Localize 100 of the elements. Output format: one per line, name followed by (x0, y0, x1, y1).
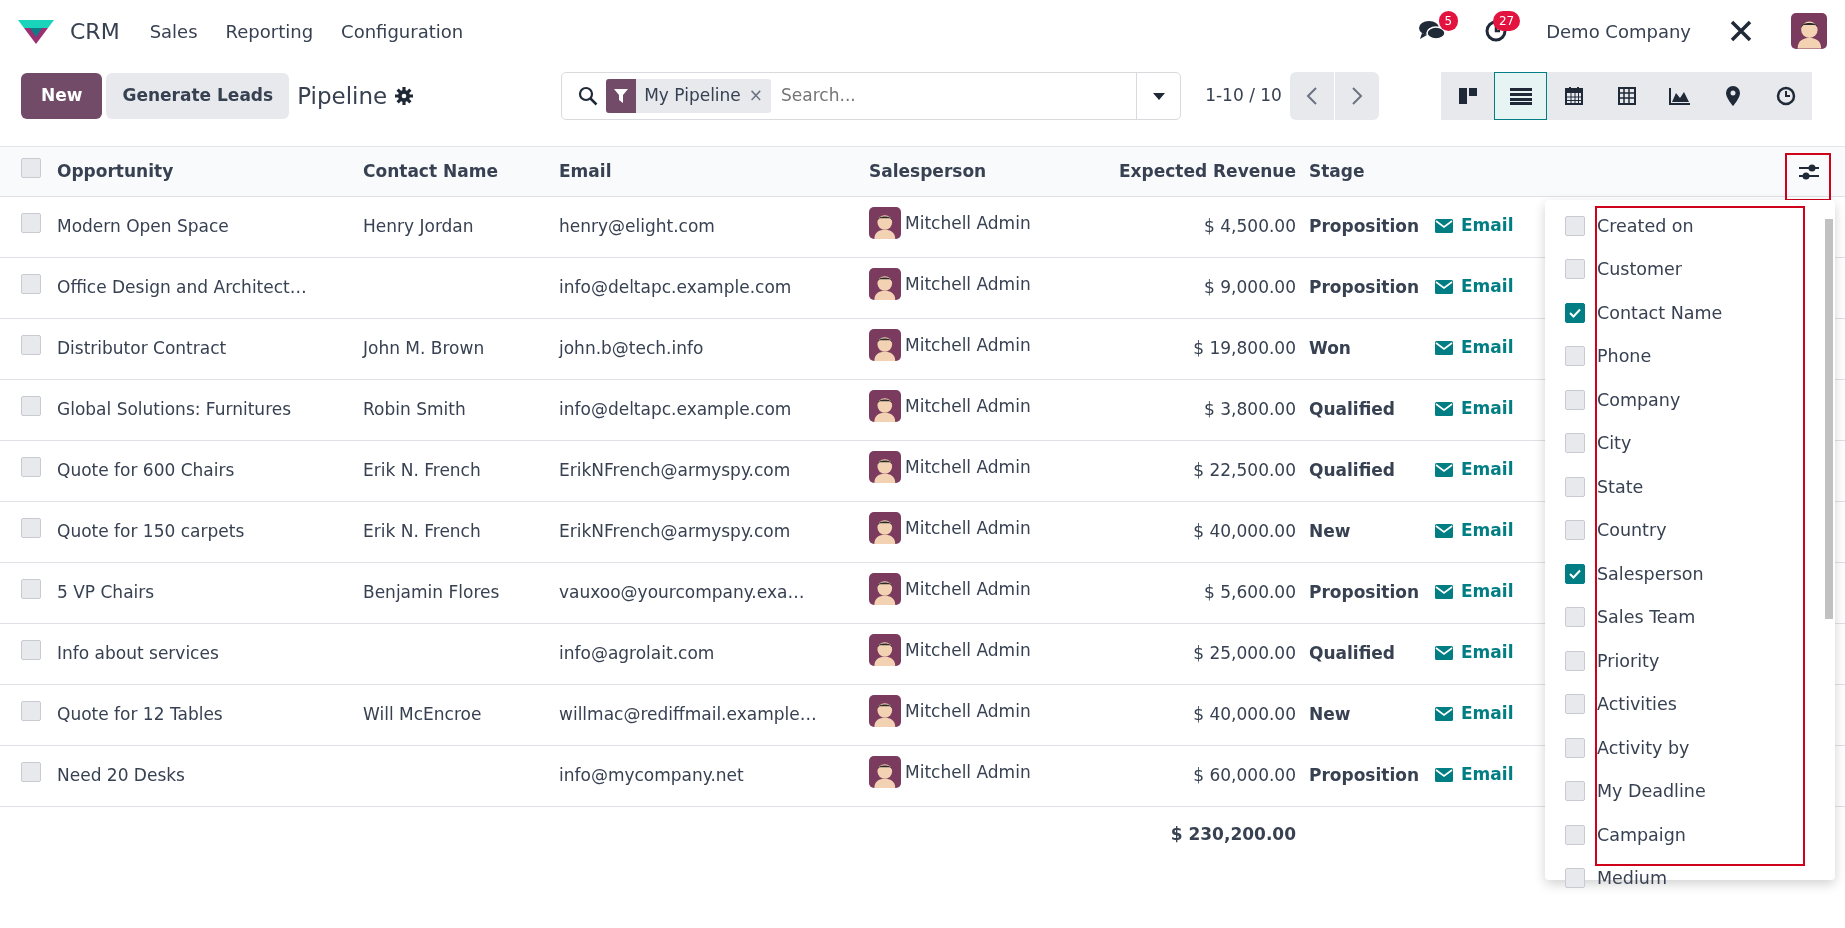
envelope-icon (1435, 768, 1453, 783)
option-label: Phone (1597, 345, 1652, 369)
column-option[interactable]: State (1545, 465, 1835, 509)
select-all-checkbox[interactable] (21, 157, 41, 178)
option-label: Activity by (1597, 736, 1690, 760)
salesperson-cell-text: Mitchell Admin (905, 272, 1031, 296)
stage-cell: Qualified (1309, 643, 1395, 664)
email-button[interactable]: Email (1435, 396, 1514, 422)
column-option[interactable]: Activity by (1545, 726, 1835, 770)
stage-cell: Proposition (1309, 277, 1420, 298)
row-checkbox[interactable] (21, 762, 41, 783)
previous-button[interactable] (1289, 72, 1334, 120)
search-field[interactable]: My Pipeline × Search... (561, 72, 1182, 120)
row-checkbox[interactable] (21, 396, 41, 417)
email-button[interactable]: Email (1435, 762, 1514, 788)
salesperson-cell-text: Mitchell Admin (905, 516, 1031, 540)
column-option[interactable]: Medium (1545, 856, 1835, 900)
salesperson-cell-text: Mitchell Admin (905, 760, 1031, 784)
caret-icon[interactable] (1152, 92, 1165, 100)
column-option[interactable]: Customer (1545, 247, 1835, 291)
check-icon (1569, 568, 1581, 579)
email-button[interactable]: Email (1435, 335, 1514, 361)
column-option[interactable]: Sales Team (1545, 595, 1835, 639)
kanban-view-button[interactable] (1441, 72, 1494, 120)
avatar-icon (869, 634, 901, 667)
option-label: Created on (1597, 214, 1694, 238)
stage-cell: Proposition (1309, 582, 1420, 603)
list-icon (1509, 87, 1532, 105)
email-button[interactable]: Email (1435, 274, 1514, 300)
row-checkbox[interactable] (21, 701, 41, 722)
row-checkbox[interactable] (21, 518, 41, 539)
column-option[interactable]: City (1545, 421, 1835, 465)
column-option[interactable]: Country (1545, 508, 1835, 552)
calendar-view-button[interactable] (1547, 72, 1600, 120)
menu-item[interactable]: Reporting (211, 17, 328, 45)
row-checkbox[interactable] (21, 335, 41, 356)
row-checkbox[interactable] (21, 274, 41, 295)
option-checkbox[interactable] (1565, 563, 1585, 584)
scrollbar-thumb[interactable] (1825, 219, 1833, 619)
salesperson-cell-text: Mitchell Admin (905, 333, 1031, 357)
column-header[interactable]: Email (559, 160, 612, 181)
next-button[interactable] (1334, 72, 1379, 120)
column-option[interactable]: Contact Name (1545, 291, 1835, 335)
column-option[interactable]: Phone (1545, 334, 1835, 378)
opportunity-cell: Distributor Contract (57, 338, 227, 359)
option-label: Customer (1597, 258, 1682, 282)
funnel-icon (614, 89, 629, 103)
email-button[interactable]: Email (1435, 457, 1514, 483)
email-button[interactable]: Email (1435, 213, 1514, 239)
email-button[interactable]: Email (1435, 701, 1514, 727)
column-option[interactable]: My Deadline (1545, 769, 1835, 813)
user-avatar-icon[interactable] (1791, 13, 1827, 49)
column-option[interactable]: Salesperson (1545, 552, 1835, 596)
envelope-icon (1435, 646, 1453, 661)
avatar-icon (869, 756, 901, 789)
gear-icon[interactable] (395, 87, 414, 105)
email-button[interactable]: Email (1435, 579, 1514, 605)
avatar-icon (869, 695, 901, 728)
facet-remove[interactable]: × (748, 83, 772, 109)
envelope-icon (1435, 402, 1453, 417)
column-header[interactable]: Opportunity (57, 160, 174, 181)
kanban-icon (1457, 86, 1478, 106)
menu-item[interactable]: Sales (135, 17, 212, 45)
contact-cell: Will McEncroe (363, 704, 482, 725)
activity-view-button[interactable] (1759, 72, 1812, 120)
revenue-cell: $ 3,800.00 (1204, 399, 1296, 420)
column-option[interactable]: Company (1545, 378, 1835, 422)
avatar-icon (869, 390, 901, 423)
menu-item[interactable]: Configuration (327, 17, 478, 45)
opportunity-cell: Office Design and Architect… (57, 277, 307, 298)
option-checkbox[interactable] (1565, 302, 1585, 323)
stage-cell: Proposition (1309, 216, 1420, 237)
row-checkbox[interactable] (21, 640, 41, 661)
column-option[interactable]: Activities (1545, 682, 1835, 726)
new-button[interactable]: New (21, 73, 103, 119)
revenue-cell: $ 25,000.00 (1193, 643, 1296, 664)
column-option[interactable]: Priority (1545, 639, 1835, 683)
revenue-total: $ 230,200.00 (1170, 824, 1296, 844)
app-name[interactable]: CRM (70, 14, 120, 48)
column-option[interactable]: Campaign (1545, 813, 1835, 857)
revenue-cell: $ 19,800.00 (1193, 338, 1296, 359)
facet-label: My Pipeline (643, 84, 742, 108)
email-button[interactable]: Email (1435, 518, 1514, 544)
row-checkbox[interactable] (21, 213, 41, 234)
column-header[interactable]: Stage (1309, 160, 1365, 181)
column-option[interactable]: Created on (1545, 204, 1835, 248)
row-checkbox[interactable] (21, 579, 41, 600)
revenue-cell: $ 60,000.00 (1193, 765, 1296, 786)
activity-count: 27 (1492, 11, 1521, 31)
email-button[interactable]: Email (1435, 640, 1514, 666)
list-view-button[interactable] (1494, 72, 1547, 120)
row-checkbox[interactable] (21, 457, 41, 478)
envelope-icon (1435, 707, 1453, 722)
activity-icon (1775, 86, 1796, 106)
contact-cell: Erik N. French (363, 521, 481, 542)
company-switcher[interactable]: Demo Company (1546, 17, 1691, 45)
generate-leads-button[interactable]: Generate Leads (106, 73, 290, 119)
stage-cell: Qualified (1309, 460, 1395, 481)
salesperson-cell-text: Mitchell Admin (905, 638, 1031, 662)
avatar-icon (869, 268, 901, 301)
